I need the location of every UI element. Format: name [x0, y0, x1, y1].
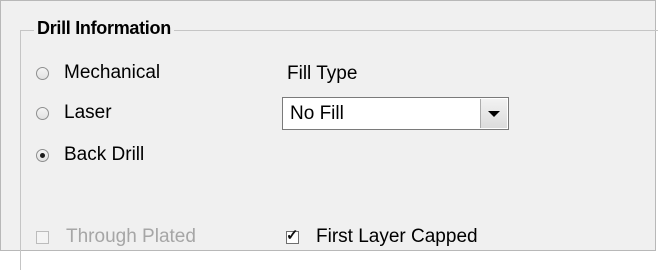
- chevron-down-icon: [488, 110, 500, 117]
- checkbox-first-layer-capped[interactable]: ✓ First Layer Capped: [286, 226, 478, 248]
- fill-type-value: No Fill: [290, 103, 344, 124]
- dropdown-button[interactable]: [480, 99, 507, 128]
- radio-button-icon[interactable]: [36, 66, 49, 80]
- radio-button-icon[interactable]: [36, 106, 49, 120]
- checkbox-checked-icon[interactable]: ✓: [286, 227, 299, 244]
- check-icon: ✓: [286, 226, 299, 244]
- radio-mechanical-label: Mechanical: [64, 62, 161, 83]
- radio-laser[interactable]: Laser: [36, 102, 112, 124]
- group-title: Drill Information: [34, 17, 174, 39]
- radio-button-selected-icon[interactable]: [36, 148, 49, 162]
- through-plated-label: Through Plated: [66, 226, 196, 247]
- first-layer-capped-label: First Layer Capped: [316, 226, 478, 247]
- fill-type-dropdown[interactable]: No Fill: [282, 97, 509, 130]
- fill-type-label: Fill Type: [287, 63, 358, 84]
- radio-laser-label: Laser: [64, 102, 112, 123]
- checkbox-icon: [36, 230, 49, 244]
- radio-back-drill[interactable]: Back Drill: [36, 144, 144, 166]
- checkbox-through-plated: Through Plated: [36, 226, 196, 248]
- radio-back-drill-label: Back Drill: [64, 144, 145, 165]
- radio-mechanical[interactable]: Mechanical: [36, 62, 160, 84]
